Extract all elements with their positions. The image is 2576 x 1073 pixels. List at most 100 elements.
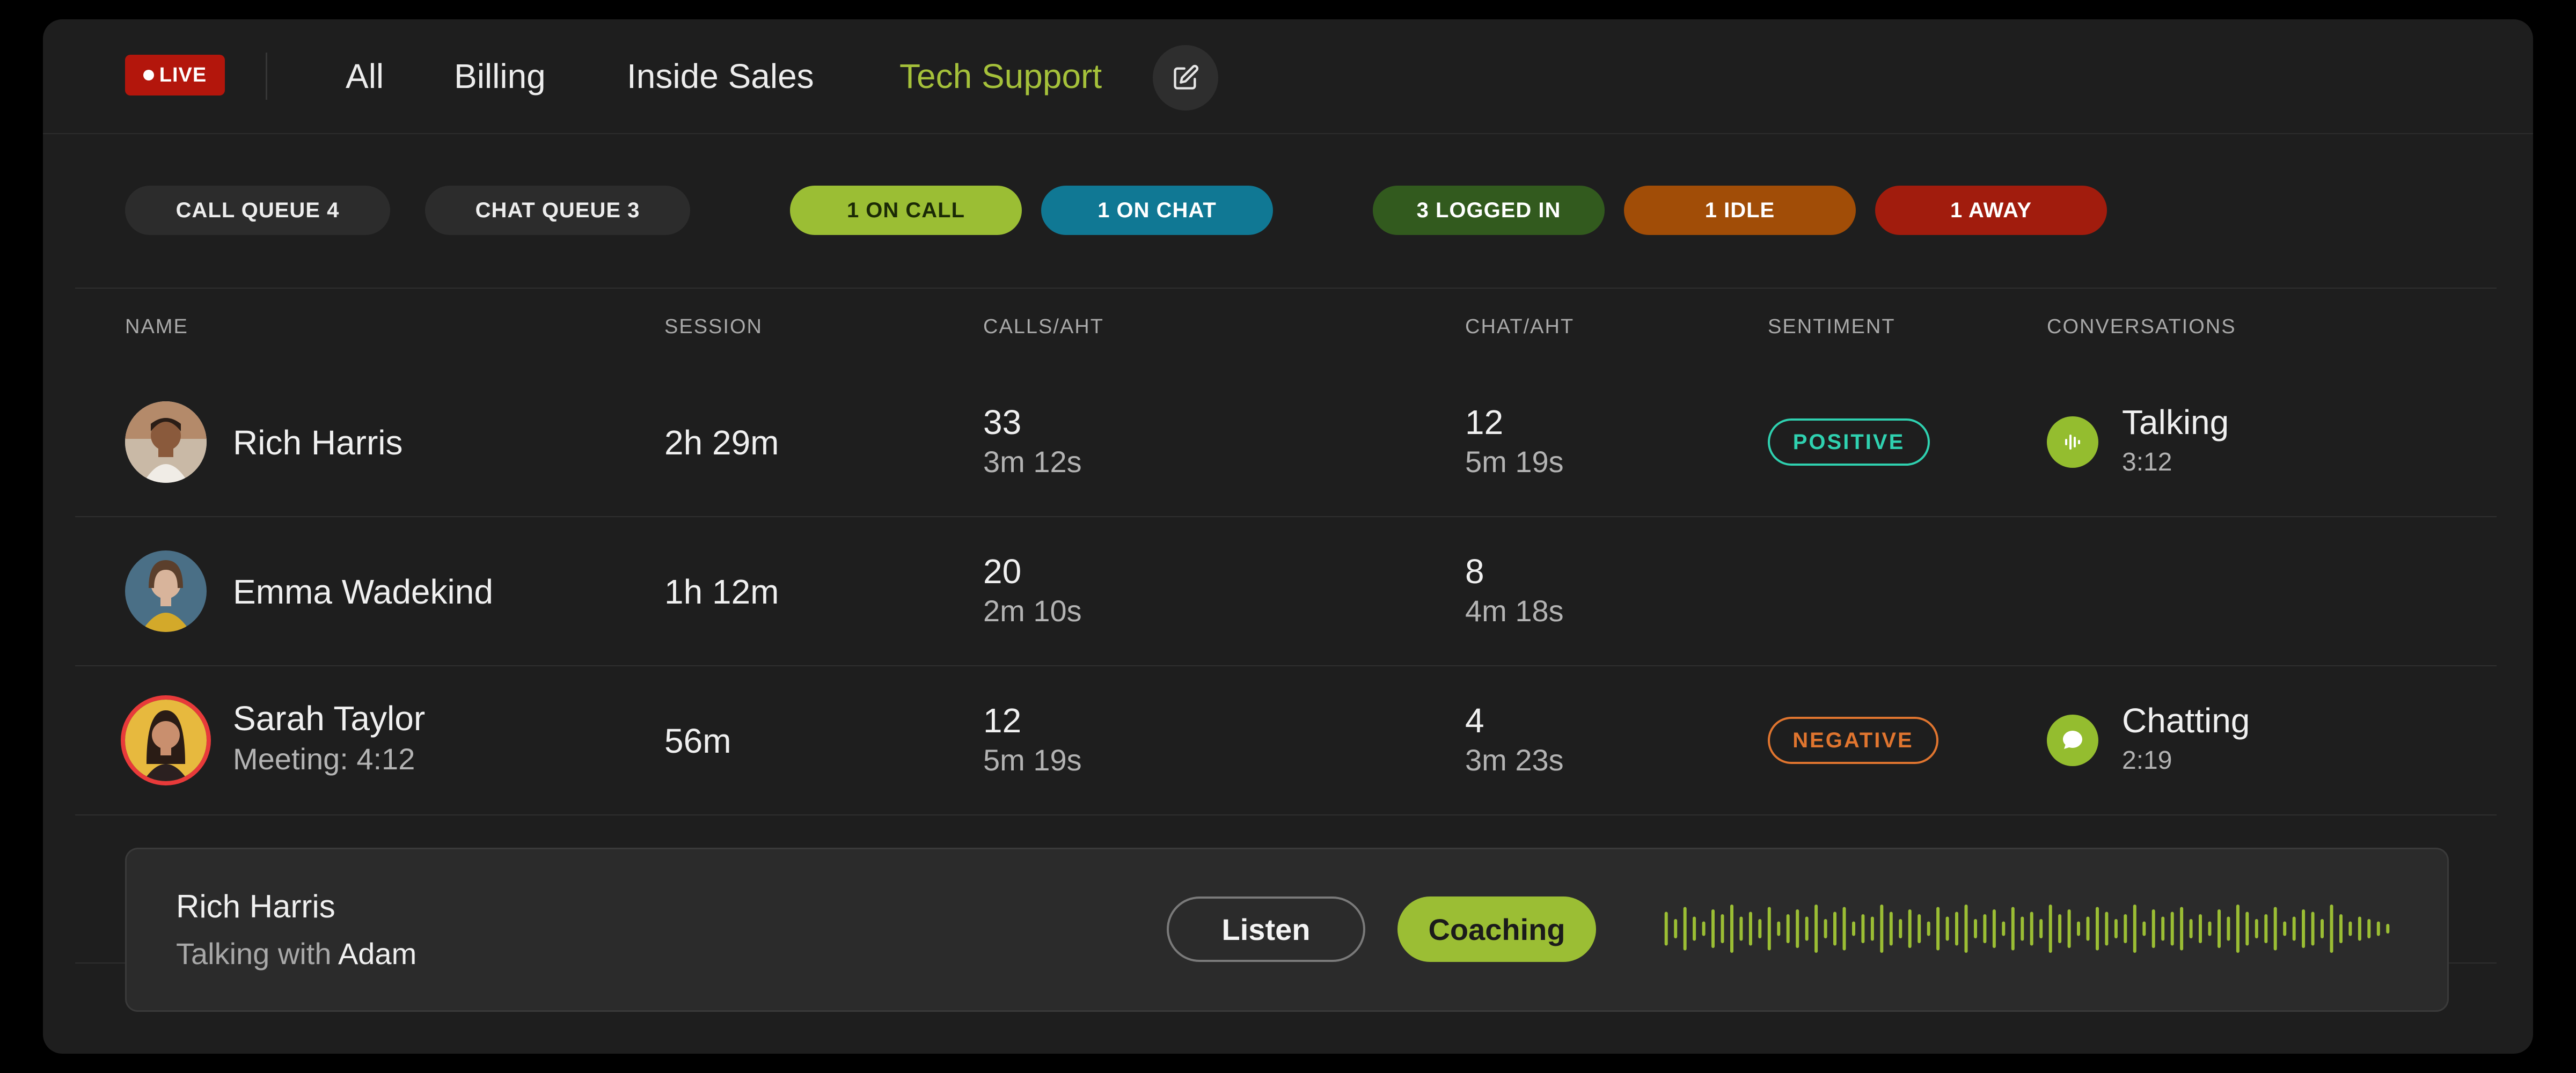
table-row[interactable]: Sarah Taylor Meeting: 4:12 56m 12 5m 19s… bbox=[43, 666, 2533, 814]
waveform-bar bbox=[2058, 914, 2062, 943]
top-bar: LIVE All Billing Inside Sales Tech Suppo… bbox=[43, 19, 2533, 134]
waveform-bar bbox=[1842, 907, 1846, 951]
audio-wave-icon bbox=[2047, 416, 2098, 468]
logged-in-pill[interactable]: 3 LOGGED IN bbox=[1373, 186, 1605, 235]
live-label: LIVE bbox=[159, 63, 207, 86]
on-call-pill[interactable]: 1 ON CALL bbox=[790, 186, 1022, 235]
coaching-button[interactable]: Coaching bbox=[1397, 896, 1596, 962]
waveform-bar bbox=[1748, 912, 1752, 946]
waveform-bar bbox=[2114, 919, 2118, 938]
waveform-bar bbox=[2011, 907, 2015, 951]
waveform-bar bbox=[2255, 919, 2258, 938]
chats-count: 4 bbox=[1465, 701, 1484, 740]
agent-name[interactable]: Emma Wadekind bbox=[233, 572, 493, 612]
column-header-chat-aht[interactable]: CHAT/AHT bbox=[1465, 315, 1574, 339]
waveform-bar bbox=[1833, 912, 1836, 946]
player-contact-name: Adam bbox=[338, 937, 417, 971]
waveform-bar bbox=[1983, 914, 1987, 943]
edit-button[interactable] bbox=[1153, 45, 1218, 111]
calls-count: 20 bbox=[983, 552, 1022, 591]
waveform-bar bbox=[2245, 912, 2249, 946]
sentiment-badge-negative: NEGATIVE bbox=[1768, 717, 1938, 764]
player-call-context: Talking with Adam bbox=[176, 936, 416, 971]
idle-pill[interactable]: 1 IDLE bbox=[1624, 186, 1856, 235]
waveform-bar bbox=[2067, 909, 2071, 948]
waveform-bar bbox=[1955, 912, 1958, 946]
tab-all[interactable]: All bbox=[346, 55, 384, 98]
waveform-bar bbox=[2273, 907, 2277, 951]
calls-aht: 5m 19s bbox=[983, 743, 1082, 777]
waveform-bar bbox=[1918, 914, 1921, 943]
table-row[interactable]: Rich Harris 2h 29m 33 3m 12s 12 5m 19s P… bbox=[43, 368, 2533, 516]
on-chat-pill[interactable]: 1 ON CHAT bbox=[1041, 186, 1273, 235]
listen-button[interactable]: Listen bbox=[1167, 896, 1365, 962]
conversation-status: Chatting bbox=[2122, 701, 2250, 740]
calls-count: 12 bbox=[983, 701, 1022, 740]
waveform-bar bbox=[1880, 905, 1884, 953]
waveform-bar bbox=[1899, 919, 1902, 938]
away-pill[interactable]: 1 AWAY bbox=[1875, 186, 2107, 235]
waveform-bar bbox=[1664, 912, 1668, 946]
waveform-bar bbox=[2264, 914, 2268, 943]
waveform-bar bbox=[2161, 916, 2165, 941]
waveform-bar bbox=[2002, 921, 2006, 936]
live-dot-icon bbox=[143, 70, 154, 80]
waveform-bar bbox=[2208, 921, 2212, 936]
tab-billing[interactable]: Billing bbox=[454, 55, 546, 98]
waveform-bar bbox=[2030, 912, 2033, 946]
waveform-bar bbox=[1964, 905, 1968, 953]
calls-aht: 2m 10s bbox=[983, 594, 1082, 628]
column-header-session[interactable]: SESSION bbox=[664, 315, 763, 339]
calls-aht: 3m 12s bbox=[983, 445, 1082, 479]
column-header-sentiment[interactable]: SENTIMENT bbox=[1768, 315, 1896, 339]
waveform-bar bbox=[2283, 921, 2287, 936]
chat-bubble-icon bbox=[2047, 715, 2098, 766]
waveform-bar bbox=[1693, 916, 1696, 941]
avatar bbox=[125, 401, 207, 483]
live-badge: LIVE bbox=[125, 55, 225, 95]
waveform-bar bbox=[2199, 914, 2202, 943]
agent-name[interactable]: Sarah Taylor bbox=[233, 699, 425, 738]
waveform-bar bbox=[2227, 916, 2230, 941]
waveform-bar bbox=[2039, 919, 2043, 938]
column-header-conversations[interactable]: CONVERSATIONS bbox=[2047, 315, 2236, 339]
table-row[interactable]: Emma Wadekind 1h 12m 20 2m 10s 8 4m 18s bbox=[43, 517, 2533, 665]
tab-tech-support[interactable]: Tech Support bbox=[899, 55, 1102, 98]
waveform-bar bbox=[1805, 916, 1809, 941]
waveform-bar bbox=[2311, 912, 2315, 946]
chat-queue-pill[interactable]: CHAT QUEUE 3 bbox=[425, 186, 690, 235]
waveform-bar bbox=[1814, 905, 1818, 953]
waveform-bar bbox=[2218, 909, 2221, 948]
tab-inside-sales[interactable]: Inside Sales bbox=[627, 55, 814, 98]
waveform-bar bbox=[2330, 905, 2333, 953]
chats-aht: 5m 19s bbox=[1465, 445, 1564, 479]
waveform-bar bbox=[2133, 905, 2136, 953]
session-duration: 2h 29m bbox=[664, 423, 779, 462]
waveform-bar bbox=[1777, 921, 1781, 936]
call-queue-pill[interactable]: CALL QUEUE 4 bbox=[125, 186, 390, 235]
waveform-bar bbox=[2386, 924, 2390, 934]
waveform-bar bbox=[2339, 914, 2343, 943]
column-header-calls-aht[interactable]: CALLS/AHT bbox=[983, 315, 1104, 339]
waveform-bar bbox=[1824, 919, 1827, 938]
agent-name[interactable]: Rich Harris bbox=[233, 423, 402, 462]
waveform-bar bbox=[2021, 916, 2024, 941]
audio-waveform bbox=[1664, 905, 2390, 953]
chats-count: 8 bbox=[1465, 552, 1484, 591]
waveform-bar bbox=[2124, 914, 2127, 943]
chats-aht: 4m 18s bbox=[1465, 594, 1564, 628]
table-top-divider bbox=[75, 288, 2497, 289]
waveform-bar bbox=[1992, 909, 1996, 948]
column-header-name[interactable]: NAME bbox=[125, 315, 188, 339]
waveform-bar bbox=[1908, 909, 1912, 948]
waveform-bar bbox=[2105, 912, 2109, 946]
waveform-bar bbox=[1711, 909, 1715, 948]
waveform-bar bbox=[1870, 916, 1874, 941]
waveform-bar bbox=[1786, 914, 1790, 943]
waveform-bar bbox=[1852, 921, 1855, 936]
waveform-bar bbox=[1945, 916, 1949, 941]
waveform-bar bbox=[2358, 916, 2361, 941]
chats-aht: 3m 23s bbox=[1465, 743, 1564, 777]
waveform-bar bbox=[1730, 905, 1733, 953]
conversation-time: 2:19 bbox=[2122, 746, 2172, 775]
